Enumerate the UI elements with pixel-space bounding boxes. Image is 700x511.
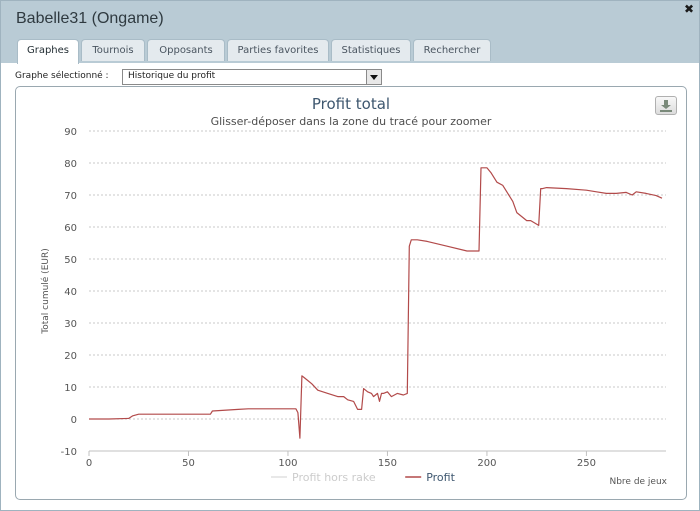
y-tick-label: -10 bbox=[61, 447, 77, 458]
x-axis-title: Nbre de jeux bbox=[609, 477, 667, 487]
y-tick-label: 20 bbox=[64, 351, 77, 362]
x-tick-label: 0 bbox=[86, 458, 92, 469]
y-tick-label: 50 bbox=[64, 255, 77, 266]
y-tick-label: 30 bbox=[64, 319, 77, 330]
x-tick-label: 50 bbox=[182, 458, 195, 469]
y-axis-title: Total cumulé (EUR) bbox=[40, 248, 51, 334]
chart-subtitle: Glisser-déposer dans la zone du tracé po… bbox=[211, 115, 492, 128]
profit-chart[interactable]: Profit total Glisser-déposer dans la zon… bbox=[1, 1, 699, 510]
y-tick-label: 10 bbox=[64, 383, 77, 394]
x-tick-label: 250 bbox=[577, 458, 596, 469]
legend-item-1[interactable]: Profit bbox=[405, 471, 456, 484]
x-tick-label: 150 bbox=[378, 458, 397, 469]
legend: Profit hors rake Profit bbox=[271, 471, 456, 484]
x-tick-label: 100 bbox=[278, 458, 297, 469]
grid-lines bbox=[89, 130, 666, 452]
y-tick-label: 80 bbox=[64, 159, 77, 170]
legend-label: Profit hors rake bbox=[292, 471, 376, 484]
export-button[interactable] bbox=[655, 96, 677, 115]
y-tick-label: 90 bbox=[64, 127, 77, 138]
series-line-1 bbox=[89, 167, 663, 439]
x-tick-label: 200 bbox=[477, 458, 496, 469]
y-tick-label: 40 bbox=[64, 287, 77, 298]
y-tick-label: 0 bbox=[71, 415, 77, 426]
profile-window: Babelle31 (Ongame) ✖ Graphes Tournois Op… bbox=[0, 0, 700, 511]
chart-title: Profit total bbox=[312, 95, 390, 113]
y-tick-label: 70 bbox=[64, 191, 77, 202]
legend-item-0[interactable]: Profit hors rake bbox=[271, 471, 376, 484]
download-icon bbox=[660, 100, 672, 112]
y-tick-label: 60 bbox=[64, 223, 77, 234]
legend-label: Profit bbox=[426, 471, 455, 484]
axes: -10 0 10 20 30 40 50 60 70 80 90 0 50 100 150 200 250 bbox=[61, 127, 666, 469]
series-layer bbox=[89, 167, 663, 439]
